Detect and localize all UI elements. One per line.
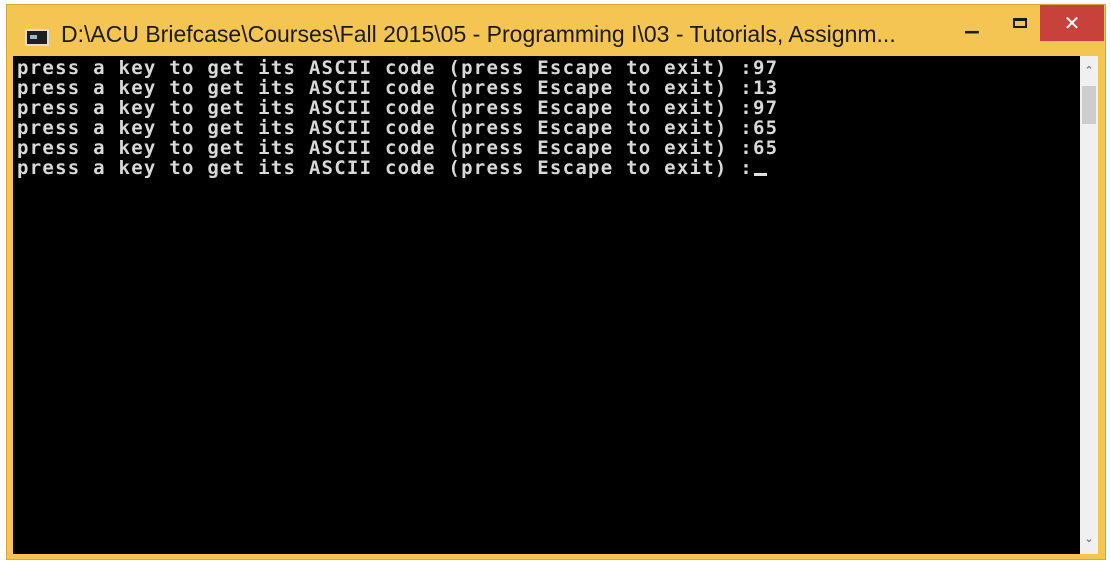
maximize-button[interactable] bbox=[997, 5, 1043, 39]
text-cursor bbox=[753, 173, 767, 176]
console-prompt: press a key to get its ASCII code (press… bbox=[17, 157, 753, 179]
console-output-area[interactable]: press a key to get its ASCII code (press… bbox=[13, 56, 1080, 554]
console-line: press a key to get its ASCII code (press… bbox=[17, 77, 779, 99]
console-prompt-line: press a key to get its ASCII code (press… bbox=[17, 158, 778, 178]
console-window-icon[interactable] bbox=[25, 29, 49, 46]
console-line: press a key to get its ASCII code (press… bbox=[17, 57, 779, 79]
console-text: press a key to get its ASCII code (press… bbox=[17, 58, 778, 178]
console-line: press a key to get its ASCII code (press… bbox=[17, 137, 779, 159]
title-bar[interactable]: D:\ACU Briefcase\Courses\Fall 2015\05 - … bbox=[7, 5, 1105, 61]
console-line: press a key to get its ASCII code (press… bbox=[17, 97, 779, 119]
minimize-button[interactable]: − bbox=[949, 15, 995, 49]
console-line: press a key to get its ASCII code (press… bbox=[17, 117, 779, 139]
vertical-scrollbar[interactable]: ⌃ ⌄ bbox=[1080, 56, 1098, 554]
close-button[interactable]: ✕ bbox=[1040, 5, 1104, 41]
window-title: D:\ACU Briefcase\Courses\Fall 2015\05 - … bbox=[61, 21, 896, 47]
maximize-icon bbox=[1013, 18, 1027, 28]
scroll-up-icon[interactable]: ⌃ bbox=[1080, 62, 1098, 80]
scroll-down-icon[interactable]: ⌄ bbox=[1080, 530, 1098, 548]
scroll-thumb[interactable] bbox=[1082, 86, 1096, 124]
